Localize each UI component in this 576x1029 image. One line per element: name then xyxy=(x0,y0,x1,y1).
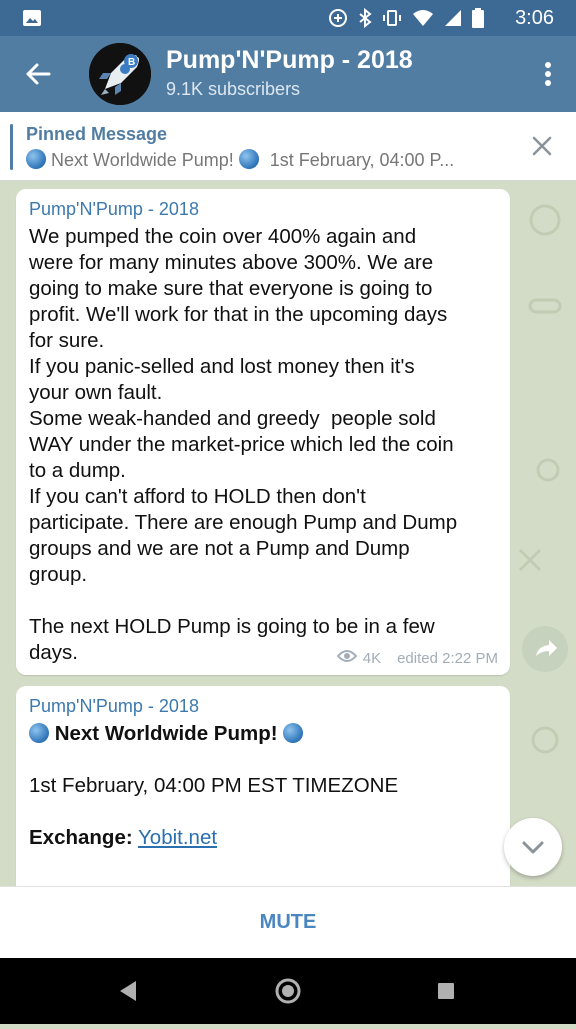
exchange-link[interactable]: Yobit.net xyxy=(138,826,217,849)
pinned-message-bar[interactable]: Pinned Message Next Worldwide Pump! 1st … xyxy=(0,112,576,181)
back-arrow-icon[interactable] xyxy=(22,58,54,90)
more-options-icon[interactable] xyxy=(542,58,554,90)
pinned-preview-date: 1st February, 04:00 P... xyxy=(269,150,455,170)
share-button[interactable] xyxy=(522,626,568,672)
pinned-preview-text: Next Worldwide Pump! xyxy=(51,150,234,170)
status-time: 3:06 xyxy=(515,7,554,29)
nav-recents-icon[interactable] xyxy=(438,983,454,999)
message-author[interactable]: Pump'N'Pump - 2018 xyxy=(29,696,497,717)
eye-icon xyxy=(336,649,358,667)
navigation-bar xyxy=(0,958,576,1024)
bluetooth-icon xyxy=(358,7,372,34)
headline-text: Next Worldwide Pump! xyxy=(54,722,278,745)
blue-circle-emoji xyxy=(283,723,304,743)
channel-title[interactable]: Pump'N'Pump - 2018 xyxy=(166,46,413,75)
exchange-line: Exchange: Yobit.net xyxy=(29,825,497,851)
message-bubble[interactable]: Pump'N'Pump - 2018 Next Worldwide Pump! … xyxy=(16,686,510,886)
close-icon[interactable] xyxy=(530,134,554,158)
battery-icon xyxy=(472,8,484,34)
blue-circle-emoji xyxy=(29,723,49,743)
message-time: edited 2:22 PM xyxy=(397,649,498,667)
pinned-accent-bar xyxy=(10,124,13,170)
rocket-icon: B xyxy=(89,43,151,105)
exchange-label: Exchange: xyxy=(29,826,133,849)
data-saver-icon xyxy=(328,8,348,34)
chevron-down-icon xyxy=(522,841,544,854)
message-date-line: 1st February, 04:00 PM EST TIMEZONE xyxy=(29,774,399,797)
channel-avatar[interactable]: B xyxy=(89,43,151,105)
status-bar: 3:06 xyxy=(0,0,576,36)
blue-circle-emoji xyxy=(26,149,46,169)
subscriber-count: 9.1K subscribers xyxy=(166,79,301,99)
message-meta: 4K edited 2:22 PM xyxy=(336,649,498,667)
scroll-down-button[interactable] xyxy=(504,818,562,876)
share-arrow-icon xyxy=(536,640,557,656)
chat-header: B Pump'N'Pump - 2018 9.1K subscribers xyxy=(0,36,576,112)
message-text: We pumped the coin over 400% again and w… xyxy=(29,225,458,664)
message-author[interactable]: Pump'N'Pump - 2018 xyxy=(29,199,497,220)
gallery-icon xyxy=(22,8,42,34)
message-headline: Next Worldwide Pump! xyxy=(29,721,497,747)
message-list[interactable]: Pump'N'Pump - 2018 We pumped the coin ov… xyxy=(0,180,576,886)
signal-icon xyxy=(444,9,462,33)
vibrate-icon xyxy=(382,8,402,34)
pinned-preview: Next Worldwide Pump! 1st February, 04:00… xyxy=(26,149,454,171)
message-bubble[interactable]: Pump'N'Pump - 2018 We pumped the coin ov… xyxy=(16,189,510,675)
nav-back-icon[interactable] xyxy=(120,981,136,1001)
mute-bar: MUTE xyxy=(0,886,576,959)
pinned-label: Pinned Message xyxy=(26,124,168,144)
view-count: 4K xyxy=(362,649,382,667)
wifi-icon xyxy=(412,9,434,33)
blue-circle-emoji xyxy=(238,149,259,169)
mute-button[interactable]: MUTE xyxy=(0,911,576,934)
svg-text:B: B xyxy=(128,57,135,68)
